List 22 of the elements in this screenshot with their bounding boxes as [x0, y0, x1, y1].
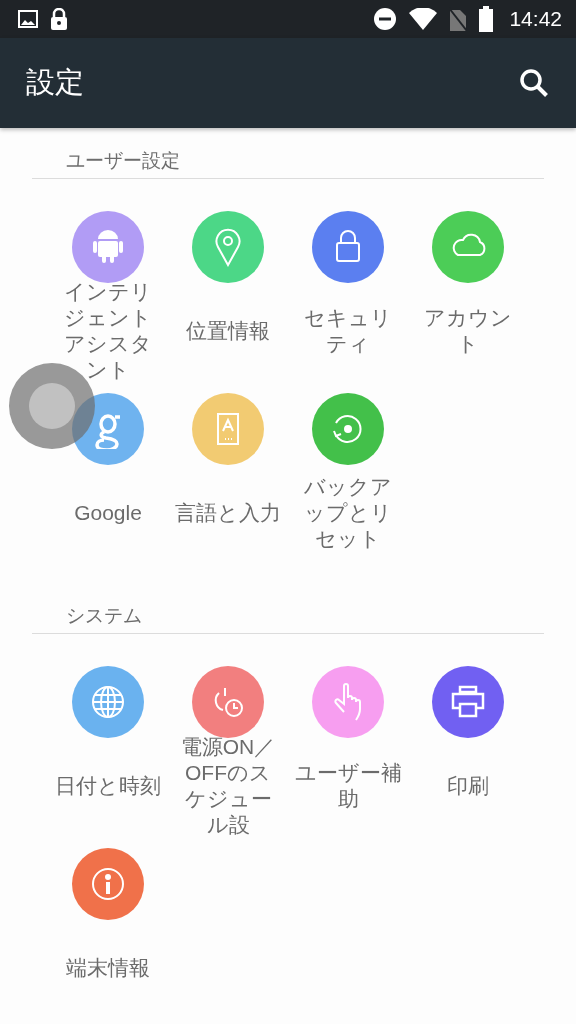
clock: 14:42 — [509, 7, 562, 31]
setting-label: バックアップとリセット — [303, 474, 393, 552]
battery-icon — [479, 6, 494, 32]
setting-label: ユーザー補助 — [294, 760, 402, 812]
setting-label: 端末情報 — [65, 955, 151, 981]
section-header: ユーザー設定 — [65, 148, 181, 173]
no-sim-icon — [449, 7, 468, 31]
setting-label: セキュリティ — [303, 305, 393, 357]
setting-label: 印刷 — [446, 773, 490, 799]
section-header: システム — [65, 603, 143, 628]
do-not-disturb-icon — [373, 7, 398, 31]
setting-label: インテリジェントアシスタント — [63, 279, 153, 383]
setting-label: Google — [73, 500, 143, 526]
app-title: 設定 — [26, 64, 85, 101]
setting-label: 言語と入力 — [174, 500, 282, 526]
setting-label: アカウント — [423, 305, 513, 357]
setting-label: 位置情報 — [185, 318, 271, 344]
image-icon — [18, 10, 38, 28]
lock-icon — [50, 8, 68, 30]
setting-label: 日付と時刻 — [54, 773, 162, 799]
wifi-icon — [409, 8, 438, 30]
setting-label: 電源ON／OFFのスケジュール設 — [179, 734, 277, 838]
